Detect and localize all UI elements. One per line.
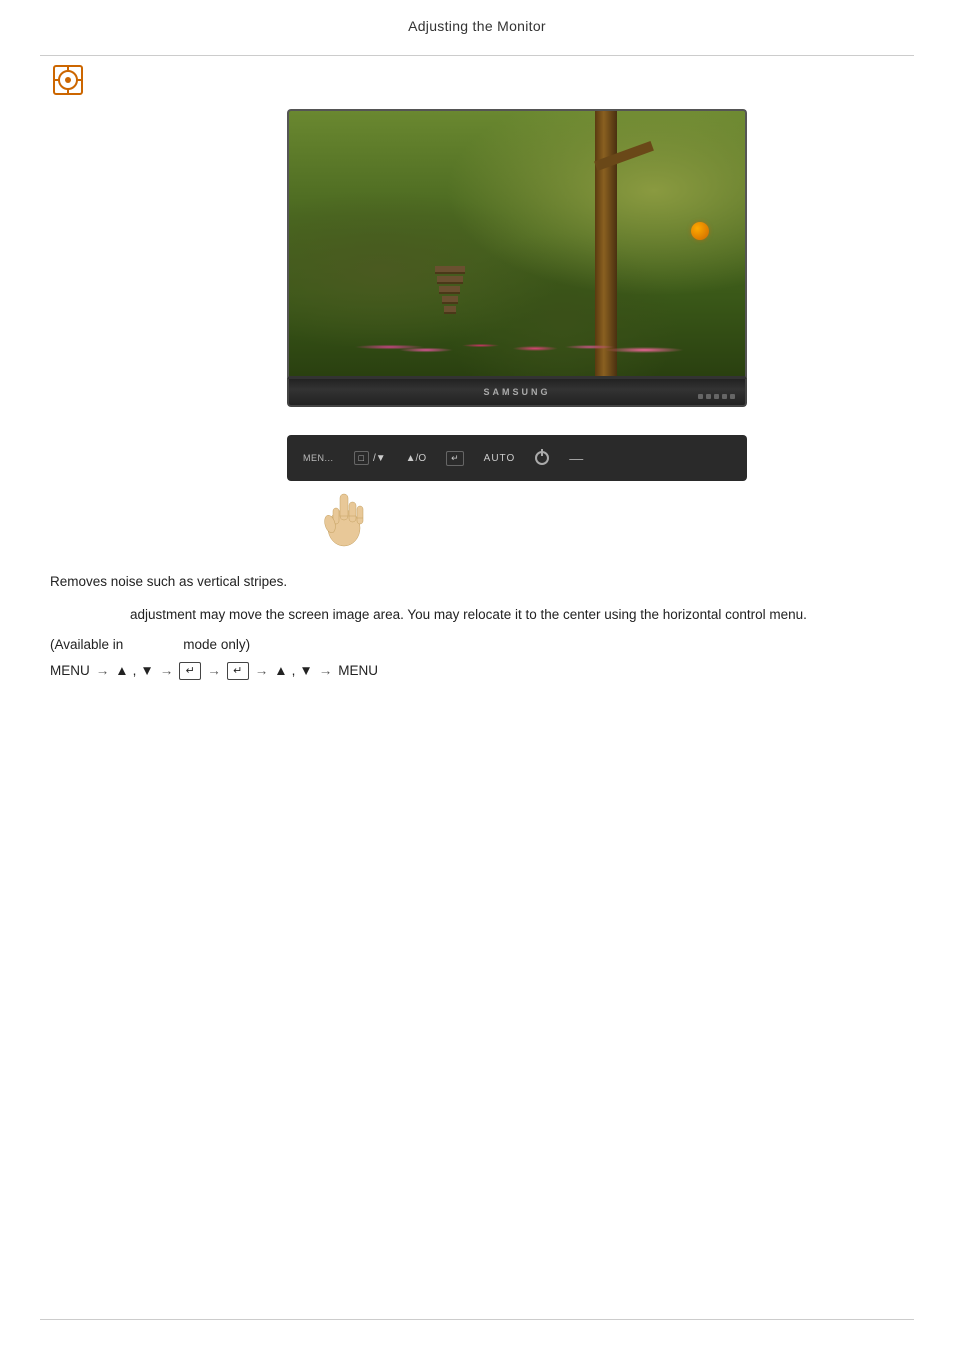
page-header: Adjusting the Monitor bbox=[0, 0, 954, 44]
monitor-controls bbox=[698, 394, 735, 399]
page-title: Adjusting the Monitor bbox=[408, 18, 546, 34]
hand-cursor-area bbox=[287, 481, 747, 541]
monitor-bezel: SAMSUNG bbox=[287, 379, 747, 407]
monitor-image-area: SAMSUNG MEN... □ /▼ ▲/O ↵ AUTO bbox=[0, 109, 954, 541]
btn-up-o: ▲/O bbox=[406, 453, 426, 464]
enter-box-1: ↵ bbox=[179, 662, 201, 680]
pagoda bbox=[435, 266, 465, 316]
control-bar-wrapper: MEN... □ /▼ ▲/O ↵ AUTO — bbox=[287, 435, 747, 481]
monitor-wrapper: SAMSUNG bbox=[287, 109, 747, 419]
btn-enter: ↵ bbox=[446, 451, 464, 466]
power-icon bbox=[535, 451, 549, 465]
top-divider bbox=[40, 55, 914, 56]
enter-box-2: ↵ bbox=[227, 662, 249, 680]
btn-div-down: □ /▼ bbox=[354, 451, 386, 465]
menu-navigation: MENU → ▲ , ▼ → ↵ → ↵ → ▲ , ▼ → MENU bbox=[50, 662, 904, 680]
coarse-adjust-icon bbox=[50, 62, 86, 98]
description-text: Removes noise such as vertical stripes. bbox=[50, 571, 904, 594]
control-bar: MEN... □ /▼ ▲/O ↵ AUTO — bbox=[287, 435, 747, 481]
bottom-divider bbox=[40, 1319, 914, 1320]
monitor-screen bbox=[287, 109, 747, 379]
indent-note: adjustment may move the screen image are… bbox=[130, 604, 904, 627]
menu-label: MEN... bbox=[303, 453, 334, 463]
brand-logo: SAMSUNG bbox=[483, 387, 550, 397]
minus-btn: — bbox=[569, 450, 583, 466]
content-area: Removes noise such as vertical stripes. … bbox=[0, 551, 954, 680]
flowers bbox=[335, 326, 700, 356]
hand-cursor-icon bbox=[307, 481, 387, 551]
auto-btn: AUTO bbox=[484, 453, 516, 464]
available-text: (Available in mode only) bbox=[50, 637, 904, 652]
orange-dot bbox=[691, 222, 709, 240]
